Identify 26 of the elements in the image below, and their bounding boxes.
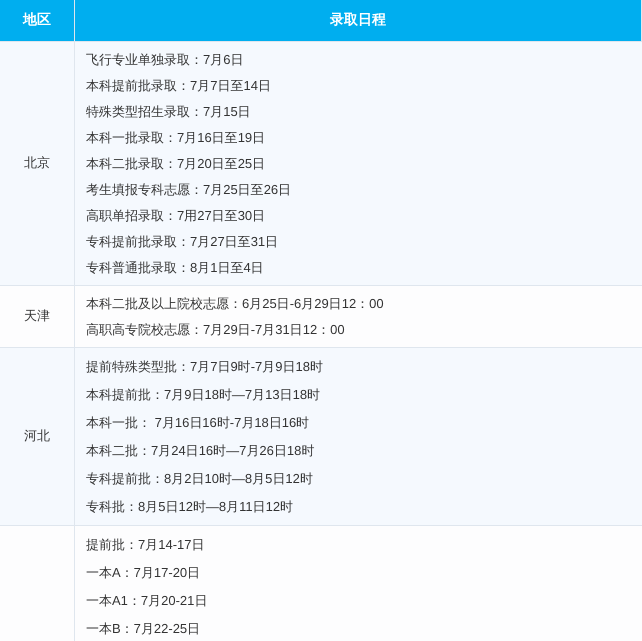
schedule-line: 考生填报专科志愿：7月25日至26日 bbox=[86, 180, 292, 198]
schedule-line: 本科二批录取：7月20日至25日 bbox=[86, 154, 266, 172]
column-header: 地区 bbox=[0, 0, 74, 41]
schedule-line: 飞行专业单独录取：7月6日 bbox=[86, 50, 244, 68]
region-cell: 天津 bbox=[0, 285, 74, 347]
region-cell: 北京 bbox=[0, 41, 74, 285]
schedule-line: 高职高专院校志愿：7月29日-7月31日12：00 bbox=[86, 320, 346, 338]
schedule-line: 专科提前批录取：7月27日至31日 bbox=[86, 232, 280, 250]
schedule-line: 本科提前批录取：7月7日至14日 bbox=[86, 76, 272, 94]
schedule-line: 本科一批： 7月16日16时-7月18日16时 bbox=[86, 414, 310, 432]
schedule-line: 特殊类型招生录取：7月15日 bbox=[86, 102, 252, 120]
schedule-line: 一本B：7月22-25日 bbox=[86, 620, 202, 638]
schedule-line: 一本A：7月17-20日 bbox=[86, 564, 202, 582]
schedule-line: 本科二批及以上院校志愿：6月25日-6月29日12：00 bbox=[86, 294, 385, 312]
schedule-line: 高职单招录取：7用27日至30日 bbox=[86, 206, 266, 224]
schedule-line: 本科提前批：7月9日18时—7月13日18时 bbox=[86, 386, 322, 404]
region-cell: 河北 bbox=[0, 347, 74, 525]
schedule-line: 专科提前批：8月2日10时—8月5日12时 bbox=[86, 470, 314, 488]
schedule-line: 本科二批：7月24日16时—7月26日18时 bbox=[86, 442, 316, 460]
schedule-line: 一本A1：7月20-21日 bbox=[86, 592, 208, 610]
schedule-line: 提前特殊类型批：7月7日9时-7月9日18时 bbox=[86, 358, 324, 376]
schedule-line: 本科一批录取：7月16日至19日 bbox=[86, 128, 266, 146]
schedule-line: 专科普通批录取：8月1日至4日 bbox=[86, 258, 265, 276]
schedule-line: 提前批：7月14-17日 bbox=[86, 536, 206, 554]
schedule-line: 专科批：8月5日12时—8月11日12时 bbox=[86, 498, 294, 516]
column-header: 录取日程 bbox=[74, 0, 642, 41]
